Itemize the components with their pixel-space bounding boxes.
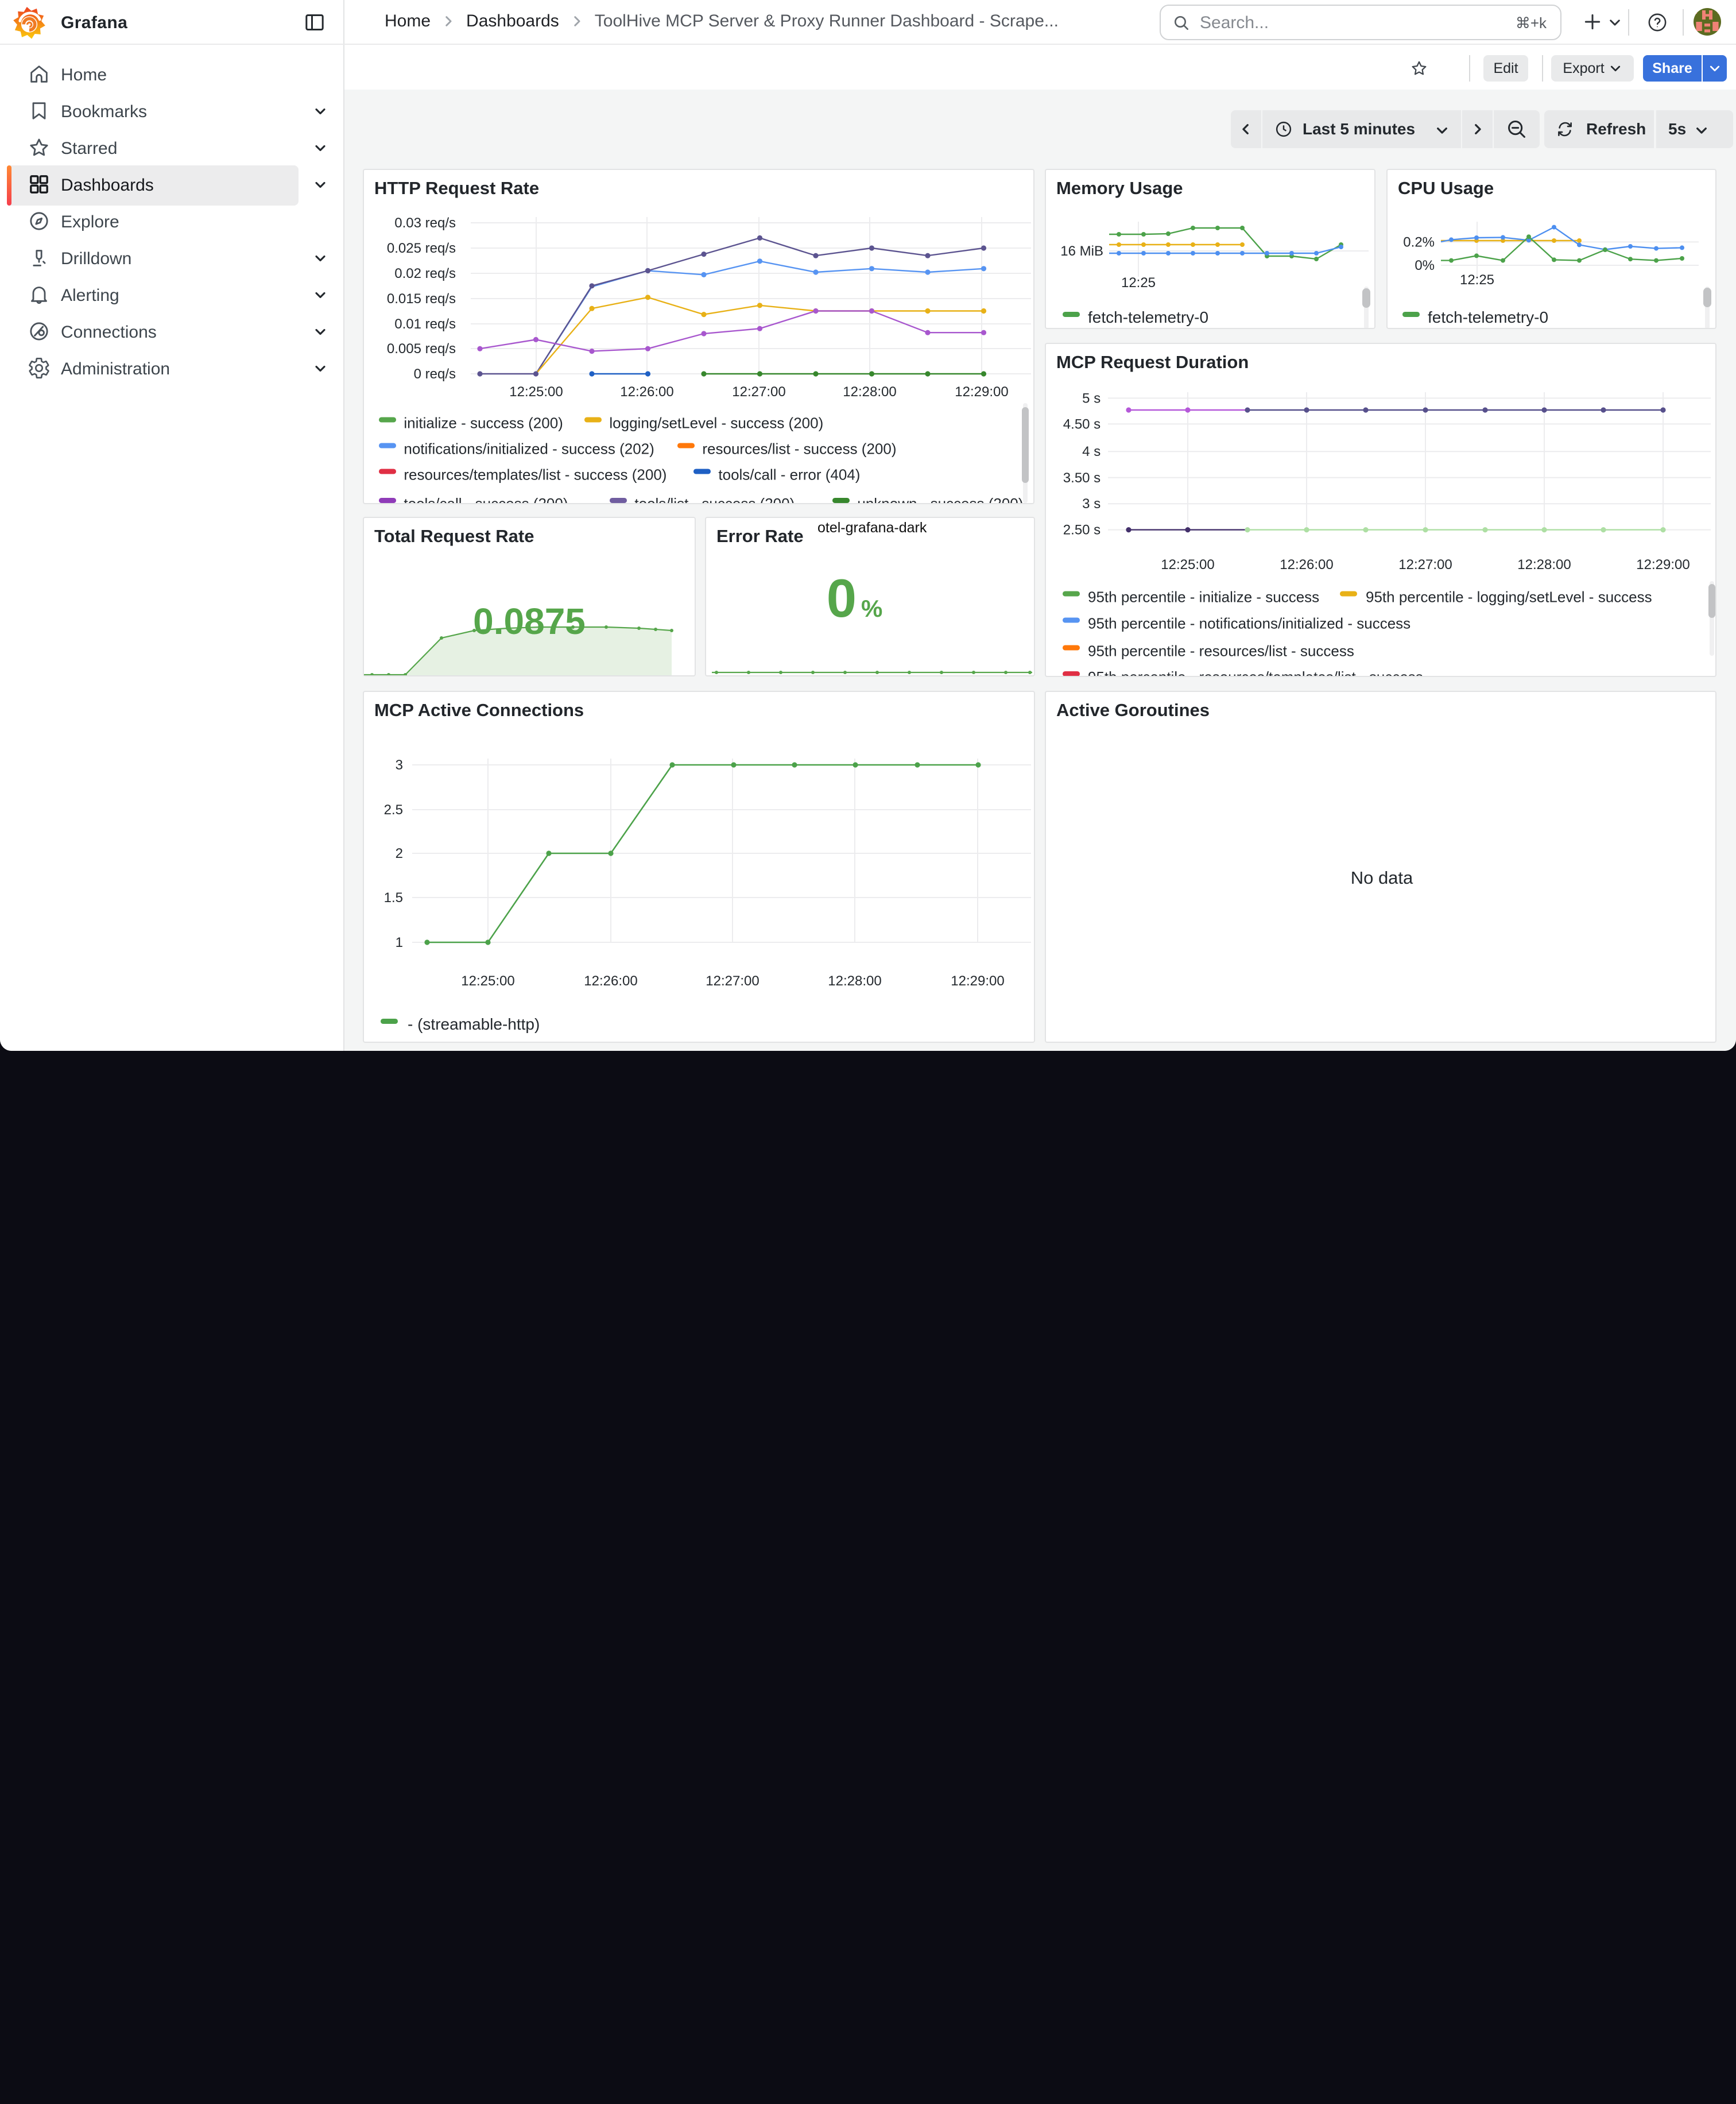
svg-text:3.50 s: 3.50 s	[1063, 470, 1100, 486]
svg-text:12:28:00: 12:28:00	[828, 973, 881, 989]
svg-text:0%: 0%	[1415, 258, 1435, 273]
svg-text:3: 3	[396, 757, 403, 773]
svg-text:12:29:00: 12:29:00	[951, 973, 1004, 989]
svg-text:tools/list - success (200): tools/list - success (200)	[634, 495, 795, 503]
svg-text:0.03 req/s: 0.03 req/s	[394, 215, 456, 231]
svg-text:95th percentile - resources/te: 95th percentile - resources/templates/li…	[1088, 668, 1423, 676]
svg-text:12:25:00: 12:25:00	[509, 384, 563, 400]
svg-text:2.5: 2.5	[384, 802, 403, 818]
svg-text:0.015 req/s: 0.015 req/s	[387, 291, 456, 307]
svg-text:95th percentile - initialize -: 95th percentile - initialize - success	[1088, 589, 1319, 606]
svg-text:logging/setLevel - success (20: logging/setLevel - success (200)	[609, 415, 823, 432]
svg-text:0.005 req/s: 0.005 req/s	[387, 341, 456, 357]
svg-text:0.01 req/s: 0.01 req/s	[394, 316, 456, 332]
svg-text:12:29:00: 12:29:00	[955, 384, 1008, 400]
svg-text:12:25:00: 12:25:00	[1161, 557, 1214, 573]
svg-text:1.5: 1.5	[384, 890, 403, 906]
svg-text:12:25: 12:25	[1460, 272, 1494, 288]
svg-text:12:27:00: 12:27:00	[706, 973, 759, 989]
svg-text:12:25:00: 12:25:00	[461, 973, 514, 989]
svg-text:unknown - success (200): unknown - success (200)	[857, 495, 1023, 503]
svg-text:%: %	[861, 595, 882, 622]
svg-text:initialize - success (200): initialize - success (200)	[404, 415, 563, 432]
svg-text:0.02 req/s: 0.02 req/s	[394, 266, 456, 281]
svg-text:0 req/s: 0 req/s	[414, 366, 456, 382]
svg-text:12:27:00: 12:27:00	[732, 384, 785, 400]
svg-text:4 s: 4 s	[1082, 444, 1100, 459]
svg-text:5 s: 5 s	[1082, 390, 1100, 406]
svg-text:12:26:00: 12:26:00	[584, 973, 637, 989]
svg-text:fetch-telemetry-0: fetch-telemetry-0	[1428, 308, 1548, 326]
svg-text:resources/list - success (200): resources/list - success (200)	[702, 440, 896, 458]
svg-text:0.0875: 0.0875	[473, 601, 586, 642]
svg-text:95th percentile - notification: 95th percentile - notifications/initiali…	[1088, 615, 1410, 632]
svg-text:12:28:00: 12:28:00	[1517, 557, 1571, 573]
svg-text:95th percentile - resources/li: 95th percentile - resources/list - succe…	[1088, 643, 1354, 660]
svg-text:12:25: 12:25	[1121, 275, 1156, 291]
svg-text:tools/call - error (404): tools/call - error (404)	[718, 466, 860, 484]
svg-text:1: 1	[396, 935, 403, 950]
svg-text:95th percentile - logging/setL: 95th percentile - logging/setLevel - suc…	[1366, 589, 1652, 606]
svg-text:12:26:00: 12:26:00	[620, 384, 673, 400]
svg-text:2: 2	[396, 846, 403, 861]
svg-text:16 MiB: 16 MiB	[1060, 243, 1103, 259]
svg-text:4.50 s: 4.50 s	[1063, 416, 1100, 432]
svg-text:12:27:00: 12:27:00	[1398, 557, 1452, 573]
svg-text:- (streamable-http): - (streamable-http)	[408, 1015, 540, 1033]
svg-text:0: 0	[827, 568, 857, 628]
svg-text:tools/call - success (200): tools/call - success (200)	[404, 495, 568, 503]
svg-text:2.50 s: 2.50 s	[1063, 523, 1100, 538]
svg-text:12:26:00: 12:26:00	[1280, 557, 1333, 573]
svg-text:fetch-telemetry-0: fetch-telemetry-0	[1088, 308, 1208, 326]
svg-text:12:29:00: 12:29:00	[1636, 557, 1690, 573]
svg-text:12:28:00: 12:28:00	[843, 384, 896, 400]
svg-text:resources/templates/list - suc: resources/templates/list - success (200)	[404, 466, 666, 484]
svg-text:0.025 req/s: 0.025 req/s	[387, 241, 456, 256]
svg-text:3 s: 3 s	[1082, 496, 1100, 512]
svg-text:notifications/initialized - su: notifications/initialized - success (202…	[404, 440, 654, 458]
svg-text:0.2%: 0.2%	[1403, 234, 1435, 250]
